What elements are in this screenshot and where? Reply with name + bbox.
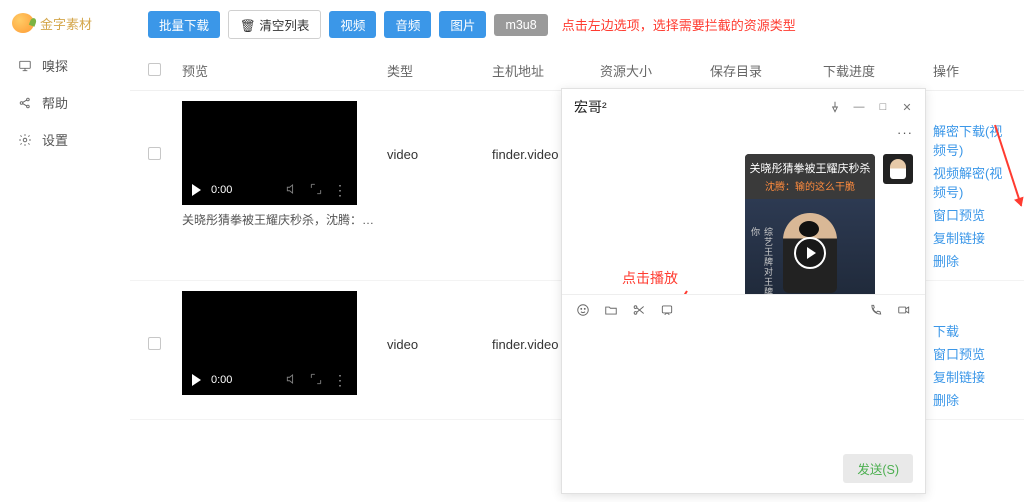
video-time: 0:00 xyxy=(211,184,232,196)
op-video-decrypt[interactable]: 视频解密(视频号) xyxy=(933,163,1006,201)
minimize-icon[interactable]: — xyxy=(851,100,867,114)
trash-icon: 🗑 xyxy=(240,19,256,33)
card-title: 关晓彤猜拳被王耀庆秒杀 xyxy=(749,160,871,176)
select-all-checkbox[interactable] xyxy=(148,63,161,76)
th-ops: 操作 xyxy=(933,61,1006,80)
pin-icon[interactable] xyxy=(827,100,843,114)
th-type: 类型 xyxy=(387,61,492,80)
folder-icon[interactable] xyxy=(604,303,618,320)
row-checkbox[interactable] xyxy=(148,337,161,350)
maximize-icon[interactable]: □ xyxy=(875,100,891,114)
op-copy-link[interactable]: 复制链接 xyxy=(933,367,1006,386)
video-caption: 关晓彤猜拳被王耀庆秒杀，沈腾：输的这么干脆 xyxy=(182,211,382,228)
play-icon[interactable] xyxy=(192,184,201,196)
sender-avatar[interactable] xyxy=(883,154,913,184)
op-download[interactable]: 下载 xyxy=(933,321,1006,340)
filter-audio-button[interactable]: 音频 xyxy=(384,11,431,38)
video-preview[interactable]: 0:00 ⋮ xyxy=(182,101,357,205)
table-header: 预览 类型 主机地址 资源大小 保存目录 下载进度 操作 xyxy=(130,51,1024,91)
app-logo: 金字素材 xyxy=(0,10,130,47)
th-dir: 保存目录 xyxy=(710,61,823,80)
chat-toolbar xyxy=(562,294,925,328)
th-size: 资源大小 xyxy=(600,61,710,80)
chat-history-icon[interactable] xyxy=(660,303,674,320)
toolbar-hint: 点击左边选项，选择需要拦截的资源类型 xyxy=(562,15,796,34)
cell-type: video xyxy=(387,101,492,162)
row-checkbox[interactable] xyxy=(148,147,161,160)
app-name: 金字素材 xyxy=(40,14,92,33)
volume-icon[interactable] xyxy=(285,182,299,199)
th-progress: 下载进度 xyxy=(823,61,933,80)
more-icon[interactable]: ⋮ xyxy=(333,372,347,389)
chat-window: 宏哥² — □ ✕ ··· 点击播放 关晓彤猜拳被王耀庆秒杀 沈腾：输的这么干脆… xyxy=(561,88,926,494)
filter-image-button[interactable]: 图片 xyxy=(439,11,486,38)
share-icon xyxy=(18,96,32,110)
card-side-text: 综艺王牌对王牌之你 xyxy=(749,227,775,294)
chat-titlebar[interactable]: 宏哥² — □ ✕ xyxy=(562,89,925,123)
monitor-icon xyxy=(18,59,32,73)
annotation-arrow xyxy=(636,290,688,294)
video-call-icon[interactable] xyxy=(897,303,911,320)
card-subtitle: 沈腾：输的这么干脆 xyxy=(749,178,871,193)
fullscreen-icon[interactable] xyxy=(309,182,323,199)
orange-icon xyxy=(12,13,34,33)
send-button[interactable]: 发送(S) xyxy=(843,454,913,483)
scissors-icon[interactable] xyxy=(632,303,646,320)
play-icon[interactable] xyxy=(192,374,201,386)
op-delete[interactable]: 删除 xyxy=(933,251,1006,270)
cell-ops: 下载 窗口预览 复制链接 删除 xyxy=(933,291,1006,409)
chat-title: 宏哥² xyxy=(574,97,819,117)
sidebar-item-label: 设置 xyxy=(42,130,68,149)
close-icon[interactable]: ✕ xyxy=(899,100,915,114)
op-copy-link[interactable]: 复制链接 xyxy=(933,228,1006,247)
th-host: 主机地址 xyxy=(492,61,600,80)
op-preview-window[interactable]: 窗口预览 xyxy=(933,205,1006,224)
cell-type: video xyxy=(387,291,492,352)
th-preview: 预览 xyxy=(182,61,387,80)
sidebar-item-sniff[interactable]: 嗅探 xyxy=(0,47,130,84)
op-delete[interactable]: 删除 xyxy=(933,390,1006,409)
sidebar-item-label: 嗅探 xyxy=(42,56,68,75)
chat-input[interactable] xyxy=(562,328,925,454)
sidebar-item-help[interactable]: 帮助 xyxy=(0,84,130,121)
gear-icon xyxy=(18,133,32,147)
chat-message: 关晓彤猜拳被王耀庆秒杀 沈腾：输的这么干脆 综艺王牌对王牌之你 《无敌是多么寂寞… xyxy=(745,154,913,294)
emoji-icon[interactable] xyxy=(576,303,590,320)
fullscreen-icon[interactable] xyxy=(309,372,323,389)
more-icon[interactable]: ⋮ xyxy=(333,182,347,199)
video-card[interactable]: 关晓彤猜拳被王耀庆秒杀 沈腾：输的这么干脆 综艺王牌对王牌之你 《无敌是多么寂寞… xyxy=(745,154,875,294)
filter-video-button[interactable]: 视频 xyxy=(329,11,376,38)
video-preview[interactable]: 0:00 ⋮ xyxy=(182,291,357,395)
filter-m3u8-button[interactable]: m3u8 xyxy=(494,14,547,36)
sidebar: 金字素材 嗅探 帮助 设置 xyxy=(0,0,130,502)
sidebar-item-label: 帮助 xyxy=(42,93,68,112)
phone-icon[interactable] xyxy=(869,303,883,320)
chat-more-button[interactable]: ··· xyxy=(562,123,925,148)
annotation-text: 点击播放 xyxy=(622,268,678,288)
volume-icon[interactable] xyxy=(285,372,299,389)
op-preview-window[interactable]: 窗口预览 xyxy=(933,344,1006,363)
toolbar: 批量下载 🗑 清空列表 视频 音频 图片 m3u8 点击左边选项，选择需要拦截的… xyxy=(130,10,1024,51)
video-time: 0:00 xyxy=(211,374,232,386)
batch-download-button[interactable]: 批量下载 xyxy=(148,11,220,38)
chat-body: 点击播放 关晓彤猜拳被王耀庆秒杀 沈腾：输的这么干脆 综艺王牌对王牌之你 《无敌… xyxy=(562,148,925,294)
play-circle-icon[interactable] xyxy=(794,237,826,269)
sidebar-item-settings[interactable]: 设置 xyxy=(0,121,130,158)
clear-list-button[interactable]: 🗑 清空列表 xyxy=(228,10,321,39)
